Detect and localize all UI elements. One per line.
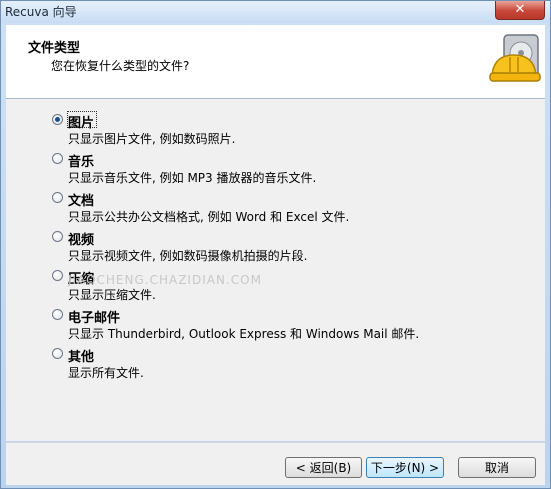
option-label: 视频	[68, 233, 95, 248]
option-label: 音乐	[68, 155, 95, 170]
radio-email[interactable]	[52, 309, 63, 320]
option-description: 只显示公共办公文档格式, 例如 Word 和 Excel 文件.	[68, 210, 350, 224]
radio-music[interactable]	[52, 153, 63, 164]
close-button[interactable]: ✕	[495, 1, 545, 20]
option-description: 只显示 Thunderbird, Outlook Express 和 Windo…	[68, 327, 420, 341]
radio-documents[interactable]	[52, 192, 63, 203]
watermark: JIAOCHENG.CHAZIDIAN.COM	[68, 273, 262, 287]
window-title: Recuva 向导	[5, 5, 77, 19]
option-description: 只显示压缩文件.	[68, 288, 156, 302]
radio-compressed[interactable]	[52, 270, 63, 281]
option-description: 只显示图片文件, 例如数码照片.	[68, 132, 236, 146]
option-description: 只显示音乐文件, 例如 MP3 播放器的音乐文件.	[68, 171, 317, 185]
page-subtitle: 您在恢复什么类型的文件?	[51, 59, 190, 73]
option-description: 只显示视频文件, 例如数码摄像机拍摄的片段.	[68, 249, 308, 263]
page-title: 文件类型	[28, 41, 81, 56]
radio-pictures[interactable]	[52, 114, 63, 125]
cancel-button[interactable]: 取消	[458, 457, 536, 478]
wizard-header: 文件类型 您在恢复什么类型的文件?	[6, 25, 545, 99]
hard-drive-helmet-icon	[489, 34, 541, 82]
option-description: 显示所有文件.	[68, 366, 144, 380]
next-button[interactable]: 下一步(N) >	[366, 457, 444, 478]
radio-other[interactable]	[52, 348, 63, 359]
button-bar: < 返回(B) 下一步(N) > 取消	[6, 442, 545, 485]
file-type-options: 图片 只显示图片文件, 例如数码照片. 音乐 只显示音乐文件, 例如 MP3 播…	[6, 99, 545, 441]
back-button[interactable]: < 返回(B)	[285, 457, 362, 478]
option-label: 文档	[68, 194, 95, 209]
recuva-wizard-window: Recuva 向导 ✕ 文件类型 您在恢复什么类型的文件? 图片 只显示图片文件…	[0, 0, 551, 489]
close-icon: ✕	[514, 2, 526, 17]
radio-video[interactable]	[52, 231, 63, 242]
option-label: 其他	[68, 350, 95, 365]
option-label: 电子邮件	[68, 311, 121, 326]
title-bar[interactable]: Recuva 向导 ✕	[1, 1, 550, 23]
option-label: 图片	[68, 116, 95, 131]
